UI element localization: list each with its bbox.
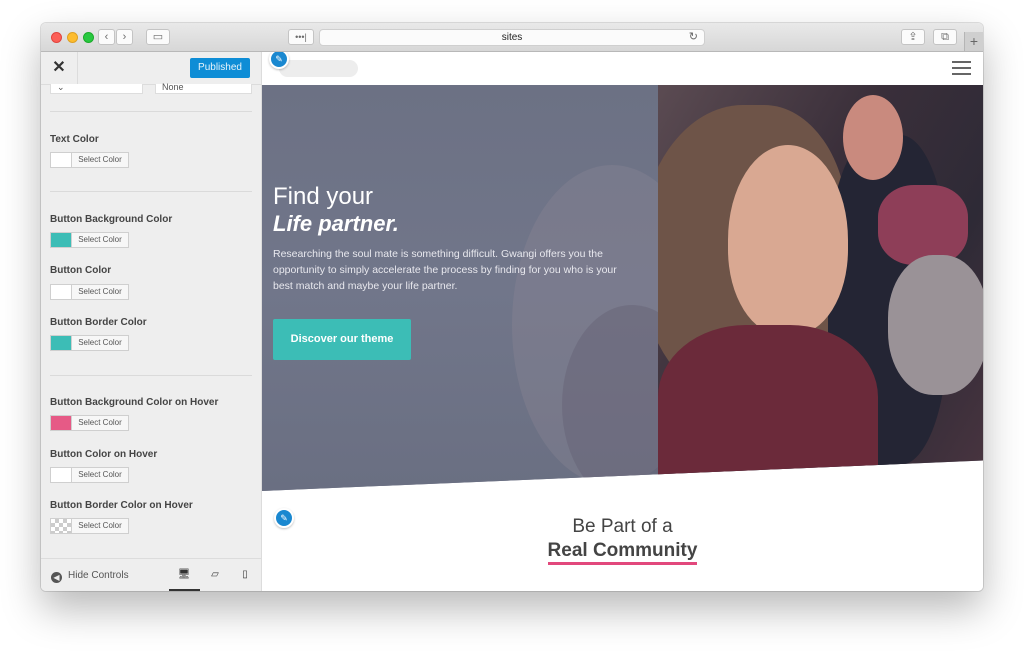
select-color-button[interactable]: Select Color — [72, 232, 129, 248]
customizer-sidebar: ✕ Published ⌄ None Text Color Select Col… — [41, 52, 262, 591]
close-customizer-button[interactable]: ✕ — [41, 52, 78, 84]
hero-title-emphasis: Life partner. — [273, 211, 399, 236]
hide-controls-button[interactable]: ◀ Hide Controls — [51, 570, 129, 583]
select-right[interactable]: None — [155, 83, 252, 94]
section-title-underlined: Real Community — [547, 540, 698, 565]
photo-ear — [843, 95, 903, 180]
field-label-button-background-color-hover: Button Background Color on Hover — [50, 397, 219, 408]
hero-section: Find your Life partner. Researching the … — [262, 85, 983, 491]
section-title-emphasis: Real Community — [262, 540, 983, 565]
divider — [50, 375, 252, 376]
browser-window: ‹ › ▭ •••| sites ↻ ⇪ ⧉ + ✕ Published ⌄ N… — [41, 23, 983, 591]
close-icon: ✕ — [52, 59, 66, 76]
tabs-icon: ⧉ — [941, 31, 949, 43]
hero-couple-photo — [658, 85, 983, 491]
share-button[interactable]: ⇪ — [901, 29, 925, 45]
mobile-preview-button[interactable]: ▯ — [238, 569, 252, 581]
tabs-overview-button[interactable]: ⧉ — [933, 29, 957, 45]
sidebar-icon: ▭ — [152, 31, 164, 43]
active-device-indicator — [169, 589, 200, 591]
forward-button[interactable]: › — [116, 29, 133, 45]
photo-mitten — [888, 255, 983, 395]
share-icon: ⇪ — [908, 31, 918, 43]
select-left[interactable]: ⌄ — [50, 82, 143, 94]
select-color-button[interactable]: Select Color — [72, 152, 129, 168]
select-color-button[interactable]: Select Color — [72, 415, 129, 431]
field-label-button-border-color-hover: Button Border Color on Hover — [50, 500, 193, 511]
sidebar-toggle-button[interactable]: ▭ — [146, 29, 170, 45]
hamburger-line — [952, 67, 971, 69]
field-label-button-background-color: Button Background Color — [50, 214, 173, 225]
field-label-button-border-color: Button Border Color — [50, 317, 147, 328]
reader-button[interactable]: •••| — [288, 29, 314, 45]
hamburger-icon — [952, 61, 971, 63]
chevron-left-icon: ‹ — [104, 31, 109, 43]
browser-toolbar: ‹ › ▭ •••| sites ↻ ⇪ ⧉ + — [41, 23, 983, 52]
color-swatch-transparent[interactable] — [50, 518, 72, 534]
mobile-icon: ▯ — [242, 569, 248, 580]
pencil-icon: ✎ — [275, 54, 283, 64]
color-swatch[interactable] — [50, 232, 72, 248]
tablet-preview-button[interactable]: ▱ — [208, 569, 222, 581]
close-window-button[interactable] — [51, 32, 62, 43]
hero-description: Researching the soul mate is something d… — [273, 248, 617, 292]
site-logo[interactable] — [279, 60, 358, 77]
address-text: sites — [501, 32, 523, 43]
color-swatch[interactable] — [50, 152, 72, 168]
color-swatch[interactable] — [50, 284, 72, 300]
section-title: Be Part of a — [572, 516, 673, 537]
field-label-button-color-hover: Button Color on Hover — [50, 449, 158, 460]
chevron-right-icon: › — [122, 31, 127, 43]
desktop-preview-button[interactable]: 🖥 — [177, 569, 191, 581]
zoom-window-button[interactable] — [83, 32, 94, 43]
field-label-button-color: Button Color — [50, 265, 112, 276]
photo-scarf — [878, 185, 968, 265]
back-button[interactable]: ‹ — [98, 29, 115, 45]
menu-button[interactable] — [952, 61, 971, 75]
site-preview: ✎ Find your Life partner. Researching th… — [262, 52, 983, 591]
discover-theme-button[interactable]: Discover our theme — [273, 319, 411, 360]
hamburger-line — [952, 73, 971, 75]
desktop-icon: 🖥 — [177, 569, 191, 580]
color-swatch[interactable] — [50, 467, 72, 483]
customizer-header: ✕ Published — [41, 52, 261, 85]
hide-controls-label: Hide Controls — [68, 570, 129, 581]
divider — [50, 191, 252, 192]
minimize-window-button[interactable] — [67, 32, 78, 43]
color-swatch[interactable] — [50, 335, 72, 351]
plus-icon: + — [969, 33, 979, 49]
customizer-footer: ◀ Hide Controls 🖥 ▱ ▯ — [41, 558, 261, 591]
select-color-button[interactable]: Select Color — [72, 335, 129, 351]
chevron-down-icon: ⌄ — [57, 82, 65, 92]
more-icon: •••| — [295, 32, 307, 42]
site-header: ✎ — [262, 52, 983, 85]
publish-button[interactable]: Published — [190, 58, 250, 78]
photo-jacket — [658, 325, 878, 491]
select-color-button[interactable]: Select Color — [72, 284, 129, 300]
address-bar[interactable]: sites ↻ — [319, 29, 705, 46]
collapse-icon: ◀ — [51, 572, 62, 583]
new-tab-button[interactable]: + — [964, 32, 983, 51]
reload-icon[interactable]: ↻ — [689, 30, 698, 45]
photo-face — [728, 145, 848, 335]
select-color-button[interactable]: Select Color — [72, 518, 129, 534]
color-swatch[interactable] — [50, 415, 72, 431]
field-label-text-color: Text Color — [50, 134, 99, 145]
tablet-icon: ▱ — [211, 569, 219, 580]
divider — [50, 111, 252, 112]
hero-title: Find your — [273, 183, 374, 210]
select-color-button[interactable]: Select Color — [72, 467, 129, 483]
